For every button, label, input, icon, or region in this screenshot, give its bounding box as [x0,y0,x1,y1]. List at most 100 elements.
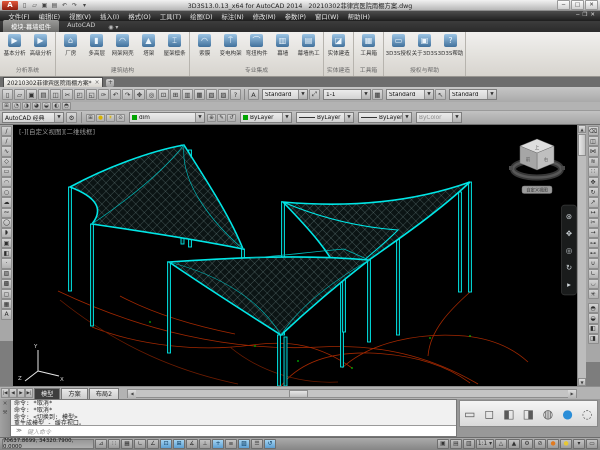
command-close-icon[interactable]: ✕ [3,401,8,407]
zoom-previous-icon[interactable]: ⊞ [170,89,181,100]
mleader-style-combo[interactable]: Standard▼ [449,89,497,100]
circle-icon[interactable]: ○ [1,187,12,197]
drawing-file-tab[interactable]: 20210302菲律宾医院雨棚方案* × [3,77,103,87]
move-icon[interactable]: ✥ [588,177,599,187]
new-file-icon[interactable]: ▯ [20,1,29,10]
multi-storey-button[interactable]: ▮多高层 [84,34,109,57]
rectangle-icon[interactable]: ▭ [1,167,12,177]
save-icon[interactable]: ▣ [40,1,49,10]
zoom-icon[interactable]: ◎ [566,246,573,255]
workspace-switch-button[interactable]: ⚙ [521,439,533,449]
table-style-icon[interactable]: ▦ [372,89,383,100]
make-object-layer-current-icon[interactable]: ⊕ [207,114,216,122]
save-icon[interactable]: ▣ [26,89,37,100]
designcenter-icon[interactable]: ▦ [194,89,205,100]
horizontal-scrollbar[interactable]: ◀ ▶ [127,389,577,398]
tab-model[interactable]: 模型 [34,388,60,399]
qat-dropdown-icon[interactable]: ▾ [80,1,89,10]
mini-tool-icon-3[interactable]: ◑ [22,102,31,110]
bring-above-icon[interactable]: ◧ [588,324,599,334]
chamfer-icon[interactable]: ∟ [588,269,599,279]
hatch-icon[interactable]: ▨ [1,269,12,279]
redo-icon[interactable]: ↷ [122,89,133,100]
layer-previous-icon[interactable]: ↺ [227,114,236,122]
layer-match-icon[interactable]: ✎ [217,114,226,122]
text-style-icon[interactable]: A [248,89,259,100]
offset-icon[interactable]: ≋ [588,157,599,167]
zoom-realtime-icon[interactable]: ◎ [146,89,157,100]
steering-wheel-icon[interactable]: ⊛ [566,212,572,221]
first-layout-icon[interactable]: |◀ [1,388,9,398]
otrack-toggle[interactable]: ∡ [186,439,198,449]
command-window-grip[interactable]: ✕⚒ [0,399,10,437]
copy-clip-icon[interactable]: ◰ [74,89,85,100]
send-under-icon[interactable]: ◨ [588,334,599,344]
ortho-toggle[interactable]: ∟ [134,439,146,449]
new-icon[interactable]: ▯ [2,89,13,100]
new-drawing-tab-button[interactable]: + [106,79,114,87]
last-layout-icon[interactable]: ▶| [25,388,33,398]
table-icon[interactable]: ▦ [1,299,12,309]
dim-style-icon[interactable]: ⤢ [309,89,320,100]
clean-screen-button[interactable]: ▭ [586,439,598,449]
vs-shaded-edges-button[interactable]: ◍ [540,402,557,425]
grid-shell-button[interactable]: ◠网架网壳 [110,34,135,57]
viewcube-left-face[interactable]: 前 [526,156,531,163]
horizontal-scroll-thumb[interactable] [289,390,308,398]
auto-annotate-button[interactable]: ▲ [508,439,520,449]
mleader-style-icon[interactable]: ↖ [435,89,446,100]
workspace-combo[interactable]: AutoCAD 经典▼ [2,112,64,123]
close-button[interactable]: ✕ [585,0,598,10]
undo-icon[interactable]: ↶ [60,1,69,10]
selection-cycling-toggle[interactable]: ↺ [264,439,276,449]
tool-palettes-icon[interactable]: ▧ [206,89,217,100]
workspace-settings-icon[interactable]: ⚙ [66,112,77,123]
layer-bulb-icon[interactable]: ● [96,114,105,122]
gradient-icon[interactable]: ▩ [1,279,12,289]
scroll-left-icon[interactable]: ◀ [128,390,136,398]
cut-icon[interactable]: ✂ [62,89,73,100]
substation-frame-button[interactable]: ⍑变电构架 [218,34,243,57]
dim-style-combo[interactable]: 1-1▼ [323,89,371,100]
vs-hidden-button[interactable]: ◧ [500,402,517,425]
plot-preview-icon[interactable]: ◫ [50,89,61,100]
advanced-analysis-button[interactable]: ▶高级分析 [28,34,53,57]
mini-tool-icon-4[interactable]: ◕ [32,102,41,110]
vs-xray-button[interactable]: ◌ [579,402,596,425]
dyn-input-toggle[interactable]: + [212,439,224,449]
tab-layout2[interactable]: 布局2 [89,388,119,399]
menu-item[interactable]: 修改(M) [248,12,280,21]
viewcube-right-face[interactable]: 右 [544,156,549,163]
mini-tool-icon-2[interactable]: ◔ [12,102,21,110]
app-logo[interactable]: A [2,1,18,10]
break-at-point-icon[interactable]: ⊶ [588,238,599,248]
mini-tool-icon-7[interactable]: ◓ [62,102,71,110]
fillet-icon[interactable]: ◡ [588,279,599,289]
layer-sun-icon[interactable]: ☀ [106,114,115,122]
line-icon[interactable]: / [1,126,12,136]
menu-item[interactable]: 绘图(D) [186,12,217,21]
sheet-set-icon[interactable]: ▨ [218,89,229,100]
hardware-accel-button[interactable]: ● [547,439,559,449]
roof-purlin-button[interactable]: ⌶屋架檩条 [162,34,187,57]
transparency-toggle[interactable]: ▨ [238,439,250,449]
table-style-combo[interactable]: Standard▼ [386,89,434,100]
maximize-button[interactable]: □ [571,0,584,10]
snap-toggle[interactable]: ∷ [108,439,120,449]
license-button[interactable]: ▭3D3S授权 [386,34,411,57]
mini-tool-icon-1[interactable]: ⊞ [2,102,11,110]
showmotion-icon[interactable]: ▸ [567,280,571,289]
cable-membrane-button[interactable]: ◠索膜 [192,34,217,57]
send-to-back-icon[interactable]: ◒ [588,313,599,323]
spline-icon[interactable]: ∾ [1,208,12,218]
layer-lock-icon[interactable]: ⊙ [116,114,125,122]
tab-module-curtainwall[interactable]: 模块-幕墙组件 [3,20,59,32]
orbit-icon[interactable]: ↻ [566,263,572,272]
menu-item[interactable]: 窗口(W) [311,12,344,21]
vs-2d-wireframe-button[interactable]: ▭ [461,402,478,425]
ellipse-arc-icon[interactable]: ◗ [1,228,12,238]
model-space-button[interactable]: ▣ [437,439,449,449]
toolbox-button[interactable]: ▦工具箱 [356,34,381,57]
paste-icon[interactable]: ◱ [86,89,97,100]
region-icon[interactable]: ▢ [1,289,12,299]
